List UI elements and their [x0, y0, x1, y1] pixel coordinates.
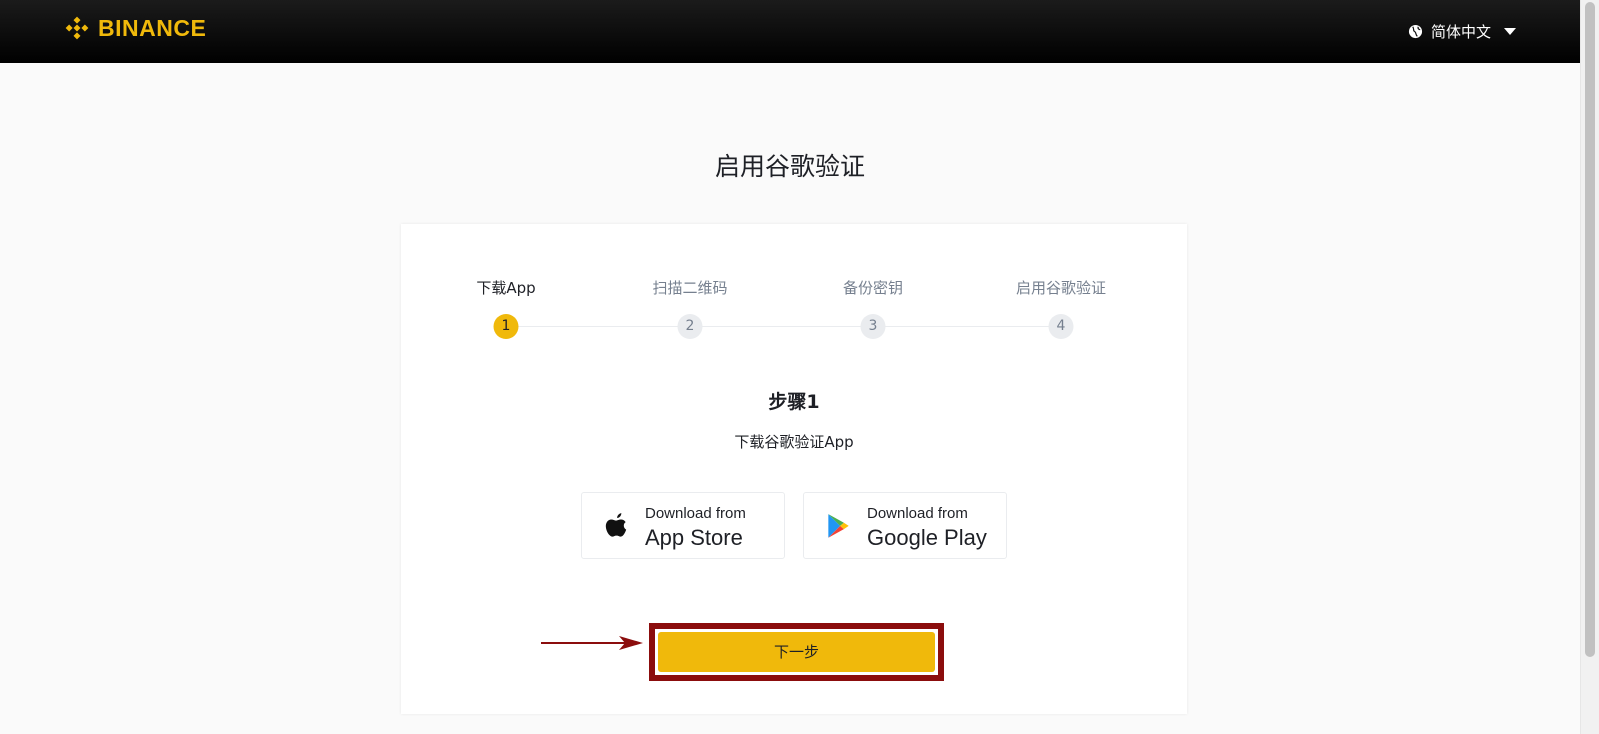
app-store-button[interactable]: Download from App Store [581, 492, 785, 559]
top-header: BINANCE 简体中文 [0, 0, 1580, 63]
step-label-4: 启用谷歌验证 [1015, 279, 1107, 297]
language-selector[interactable]: 简体中文 [1408, 21, 1516, 42]
brand-name: BINANCE [98, 14, 207, 41]
step-label-2: 扫描二维码 [652, 279, 728, 297]
highlight-box: 下一步 [649, 623, 944, 681]
next-step-button[interactable]: 下一步 [658, 632, 935, 672]
page-title: 启用谷歌验证 [714, 152, 865, 181]
step-description: 下载谷歌验证App [734, 433, 854, 451]
scrollbar-thumb[interactable] [1585, 2, 1595, 657]
google-play-label: Google Play [867, 525, 987, 550]
globe-icon [1408, 24, 1423, 39]
binance-logo[interactable]: BINANCE [63, 14, 206, 42]
step-label-3: 备份密钥 [842, 279, 904, 297]
step-indicator-1: 1 [493, 314, 519, 339]
app-store-label: App Store [645, 525, 743, 550]
step-indicator-2: 2 [677, 314, 703, 339]
google-play-caption: Download from [867, 505, 968, 522]
binance-diamond-logo-icon [65, 16, 89, 40]
stepper-labels: 下载App 扫描二维码 备份密钥 启用谷歌验证 [401, 277, 1187, 297]
step-indicator-3: 3 [860, 314, 886, 339]
language-label: 简体中文 [1430, 23, 1491, 41]
google-play-button[interactable]: Download from Google Play [803, 492, 1007, 559]
setup-card: 下载App 扫描二维码 备份密钥 启用谷歌验证 1 2 3 4 步骤1 下载谷歌… [401, 224, 1187, 714]
step-indicator-4: 4 [1048, 314, 1074, 339]
stepper-line [506, 326, 1072, 327]
step-title: 步骤1 [768, 391, 820, 413]
app-store-caption: Download from [645, 505, 746, 522]
chevron-down-icon [1504, 28, 1516, 35]
step-label-1: 下载App [476, 279, 536, 297]
annotation-arrow-icon [541, 636, 643, 650]
page-scrollbar[interactable] [1580, 0, 1599, 734]
apple-icon [605, 513, 627, 537]
google-play-icon [828, 514, 849, 538]
